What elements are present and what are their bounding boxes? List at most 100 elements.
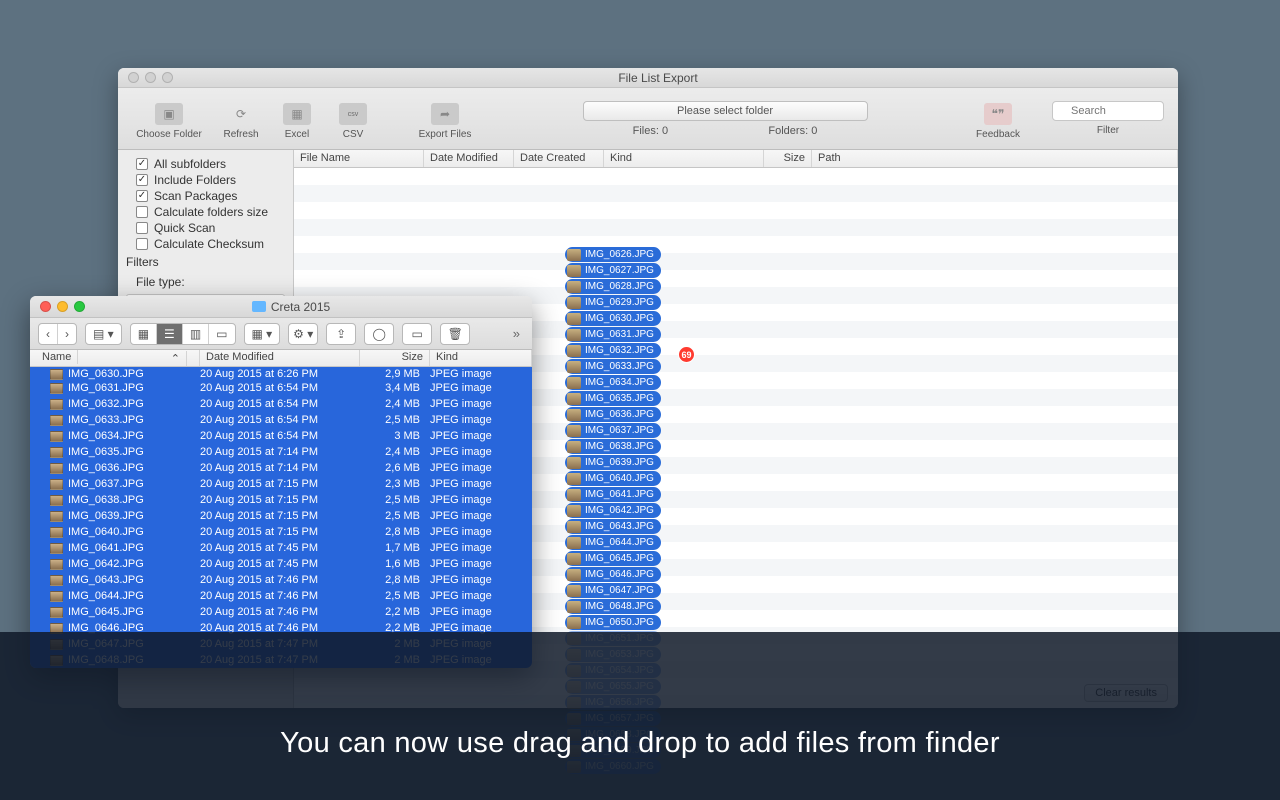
file-type-label: File type: [118, 272, 293, 292]
file-thumb-icon [50, 607, 63, 618]
excel-button[interactable]: ▦ Excel [272, 97, 322, 140]
finder-col-name[interactable]: Name ⌃ [30, 350, 200, 366]
checkbox-icon[interactable] [136, 222, 148, 234]
drag-file-name: IMG_0640.JPG [585, 473, 654, 484]
choose-folder-button[interactable]: ▣ Choose Folder [128, 97, 210, 140]
overflow-icon[interactable]: » [513, 326, 524, 341]
col-path[interactable]: Path [812, 150, 1178, 167]
drag-ghost-item: IMG_0639.JPG [565, 455, 661, 470]
tags-button[interactable]: ◯ [364, 323, 394, 345]
finder-row[interactable]: IMG_0639.JPG20 Aug 2015 at 7:15 PM2,5 MB… [30, 508, 532, 524]
file-kind: JPEG image [430, 478, 532, 490]
footer-message: You can now use drag and drop to add fil… [0, 727, 1280, 760]
finder-toolbar: ‹› ▤ ▾ ▦ ☰ ▥ ▭ ▦ ▾ ⚙ ▾ ⇪ ◯ ▭ 🗑 » [30, 318, 532, 350]
file-size: 2,4 MB [360, 398, 430, 410]
col-kind[interactable]: Kind [604, 150, 764, 167]
col-date-created[interactable]: Date Created [514, 150, 604, 167]
sidebar-toggle[interactable]: ▤ ▾ [85, 323, 122, 345]
finder-row[interactable]: IMG_0643.JPG20 Aug 2015 at 7:46 PM2,8 MB… [30, 572, 532, 588]
sidebar-option[interactable]: Include Folders [118, 172, 293, 188]
sidebar-option[interactable]: All subfolders [118, 156, 293, 172]
finder-col-date[interactable]: Date Modified [200, 350, 360, 366]
titlebar[interactable]: File List Export [118, 68, 1178, 88]
file-thumb-icon [50, 463, 63, 474]
file-date: 20 Aug 2015 at 6:54 PM [200, 430, 360, 442]
col-file-name[interactable]: File Name [294, 150, 424, 167]
sidebar-option[interactable]: Calculate Checksum [118, 236, 293, 252]
finder-window: Creta 2015 ‹› ▤ ▾ ▦ ☰ ▥ ▭ ▦ ▾ ⚙ ▾ ⇪ ◯ ▭ … [30, 296, 532, 668]
drag-ghost-item: IMG_0627.JPG [565, 263, 661, 278]
sidebar-option[interactable]: Calculate folders size [118, 204, 293, 220]
file-date: 20 Aug 2015 at 7:14 PM [200, 446, 360, 458]
finder-file-list[interactable]: IMG_0630.JPG20 Aug 2015 at 6:26 PM2,9 MB… [30, 367, 532, 668]
search-input[interactable] [1052, 101, 1164, 121]
finder-row[interactable]: IMG_0630.JPG20 Aug 2015 at 6:26 PM2,9 MB… [30, 367, 532, 380]
feedback-icon: ❝❞ [984, 103, 1012, 125]
file-thumb-icon [567, 425, 581, 437]
finder-row[interactable]: IMG_0631.JPG20 Aug 2015 at 6:54 PM3,4 MB… [30, 380, 532, 396]
filters-heading: Filters [118, 252, 293, 272]
finder-col-size[interactable]: Size [360, 350, 430, 366]
finder-row[interactable]: IMG_0636.JPG20 Aug 2015 at 7:14 PM2,6 MB… [30, 460, 532, 476]
arrange-picker[interactable]: ▦ ▾ [244, 323, 281, 345]
file-thumb-icon [567, 521, 581, 533]
checkbox-icon[interactable] [136, 206, 148, 218]
file-thumb-icon [50, 543, 63, 554]
drag-file-name: IMG_0633.JPG [585, 361, 654, 372]
file-thumb-icon [50, 527, 63, 538]
action-menu[interactable]: ⚙ ▾ [288, 323, 318, 345]
finder-row[interactable]: IMG_0640.JPG20 Aug 2015 at 7:15 PM2,8 MB… [30, 524, 532, 540]
csv-icon: csv [339, 103, 367, 125]
file-thumb-icon [567, 473, 581, 485]
finder-row[interactable]: IMG_0638.JPG20 Aug 2015 at 7:15 PM2,5 MB… [30, 492, 532, 508]
file-name: IMG_0633.JPG [68, 414, 144, 426]
drag-file-name: IMG_0637.JPG [585, 425, 654, 436]
sidebar-option[interactable]: Scan Packages [118, 188, 293, 204]
file-thumb-icon [567, 329, 581, 341]
finder-titlebar[interactable]: Creta 2015 [30, 296, 532, 318]
nav-back-forward[interactable]: ‹› [38, 323, 77, 345]
file-kind: JPEG image [430, 494, 532, 506]
feedback-button[interactable]: ❝❞ Feedback [964, 97, 1032, 140]
folder-icon: ▭ [412, 327, 423, 341]
sidebar-option-label: Calculate Checksum [154, 237, 264, 251]
view-mode-switch[interactable]: ▦ ☰ ▥ ▭ [130, 323, 236, 345]
checkbox-icon[interactable] [136, 158, 148, 170]
file-thumb-icon [567, 441, 581, 453]
select-folder-bar[interactable]: Please select folder [583, 101, 868, 121]
sidebar-option[interactable]: Quick Scan [118, 220, 293, 236]
finder-row[interactable]: IMG_0633.JPG20 Aug 2015 at 6:54 PM2,5 MB… [30, 412, 532, 428]
trash-icon: 🗑 [448, 327, 463, 341]
file-thumb-icon [50, 431, 63, 442]
checkbox-icon[interactable] [136, 190, 148, 202]
finder-row[interactable]: IMG_0642.JPG20 Aug 2015 at 7:45 PM1,6 MB… [30, 556, 532, 572]
checkbox-icon[interactable] [136, 238, 148, 250]
finder-row[interactable]: IMG_0637.JPG20 Aug 2015 at 7:15 PM2,3 MB… [30, 476, 532, 492]
drag-file-name: IMG_0644.JPG [585, 537, 654, 548]
finder-row[interactable]: IMG_0635.JPG20 Aug 2015 at 7:14 PM2,4 MB… [30, 444, 532, 460]
finder-col-kind[interactable]: Kind [430, 350, 532, 366]
checkbox-icon[interactable] [136, 174, 148, 186]
file-thumb-icon [567, 377, 581, 389]
finder-row[interactable]: IMG_0632.JPG20 Aug 2015 at 6:54 PM2,4 MB… [30, 396, 532, 412]
csv-button[interactable]: csv CSV [328, 97, 378, 140]
file-date: 20 Aug 2015 at 6:54 PM [200, 382, 360, 394]
drag-ghost-item: IMG_0628.JPG [565, 279, 661, 294]
col-size[interactable]: Size [764, 150, 812, 167]
file-thumb-icon [567, 281, 581, 293]
finder-row[interactable]: IMG_0641.JPG20 Aug 2015 at 7:45 PM1,7 MB… [30, 540, 532, 556]
refresh-button[interactable]: ⟳ Refresh [216, 97, 266, 140]
export-files-button[interactable]: ➦ Export Files [404, 97, 486, 140]
file-thumb-icon [567, 313, 581, 325]
new-folder-button[interactable]: ▭ [402, 323, 432, 345]
file-date: 20 Aug 2015 at 7:15 PM [200, 526, 360, 538]
drag-ghost-item: IMG_0636.JPG [565, 407, 661, 422]
share-button[interactable]: ⇪ [326, 323, 356, 345]
col-date-modified[interactable]: Date Modified [424, 150, 514, 167]
finder-row[interactable]: IMG_0644.JPG20 Aug 2015 at 7:46 PM2,5 MB… [30, 588, 532, 604]
trash-button[interactable]: 🗑 [440, 323, 470, 345]
finder-row[interactable]: IMG_0645.JPG20 Aug 2015 at 7:46 PM2,2 MB… [30, 604, 532, 620]
finder-row[interactable]: IMG_0634.JPG20 Aug 2015 at 6:54 PM3 MBJP… [30, 428, 532, 444]
drag-ghost-item: IMG_0634.JPG [565, 375, 661, 390]
sidebar-option-label: Include Folders [154, 173, 236, 187]
